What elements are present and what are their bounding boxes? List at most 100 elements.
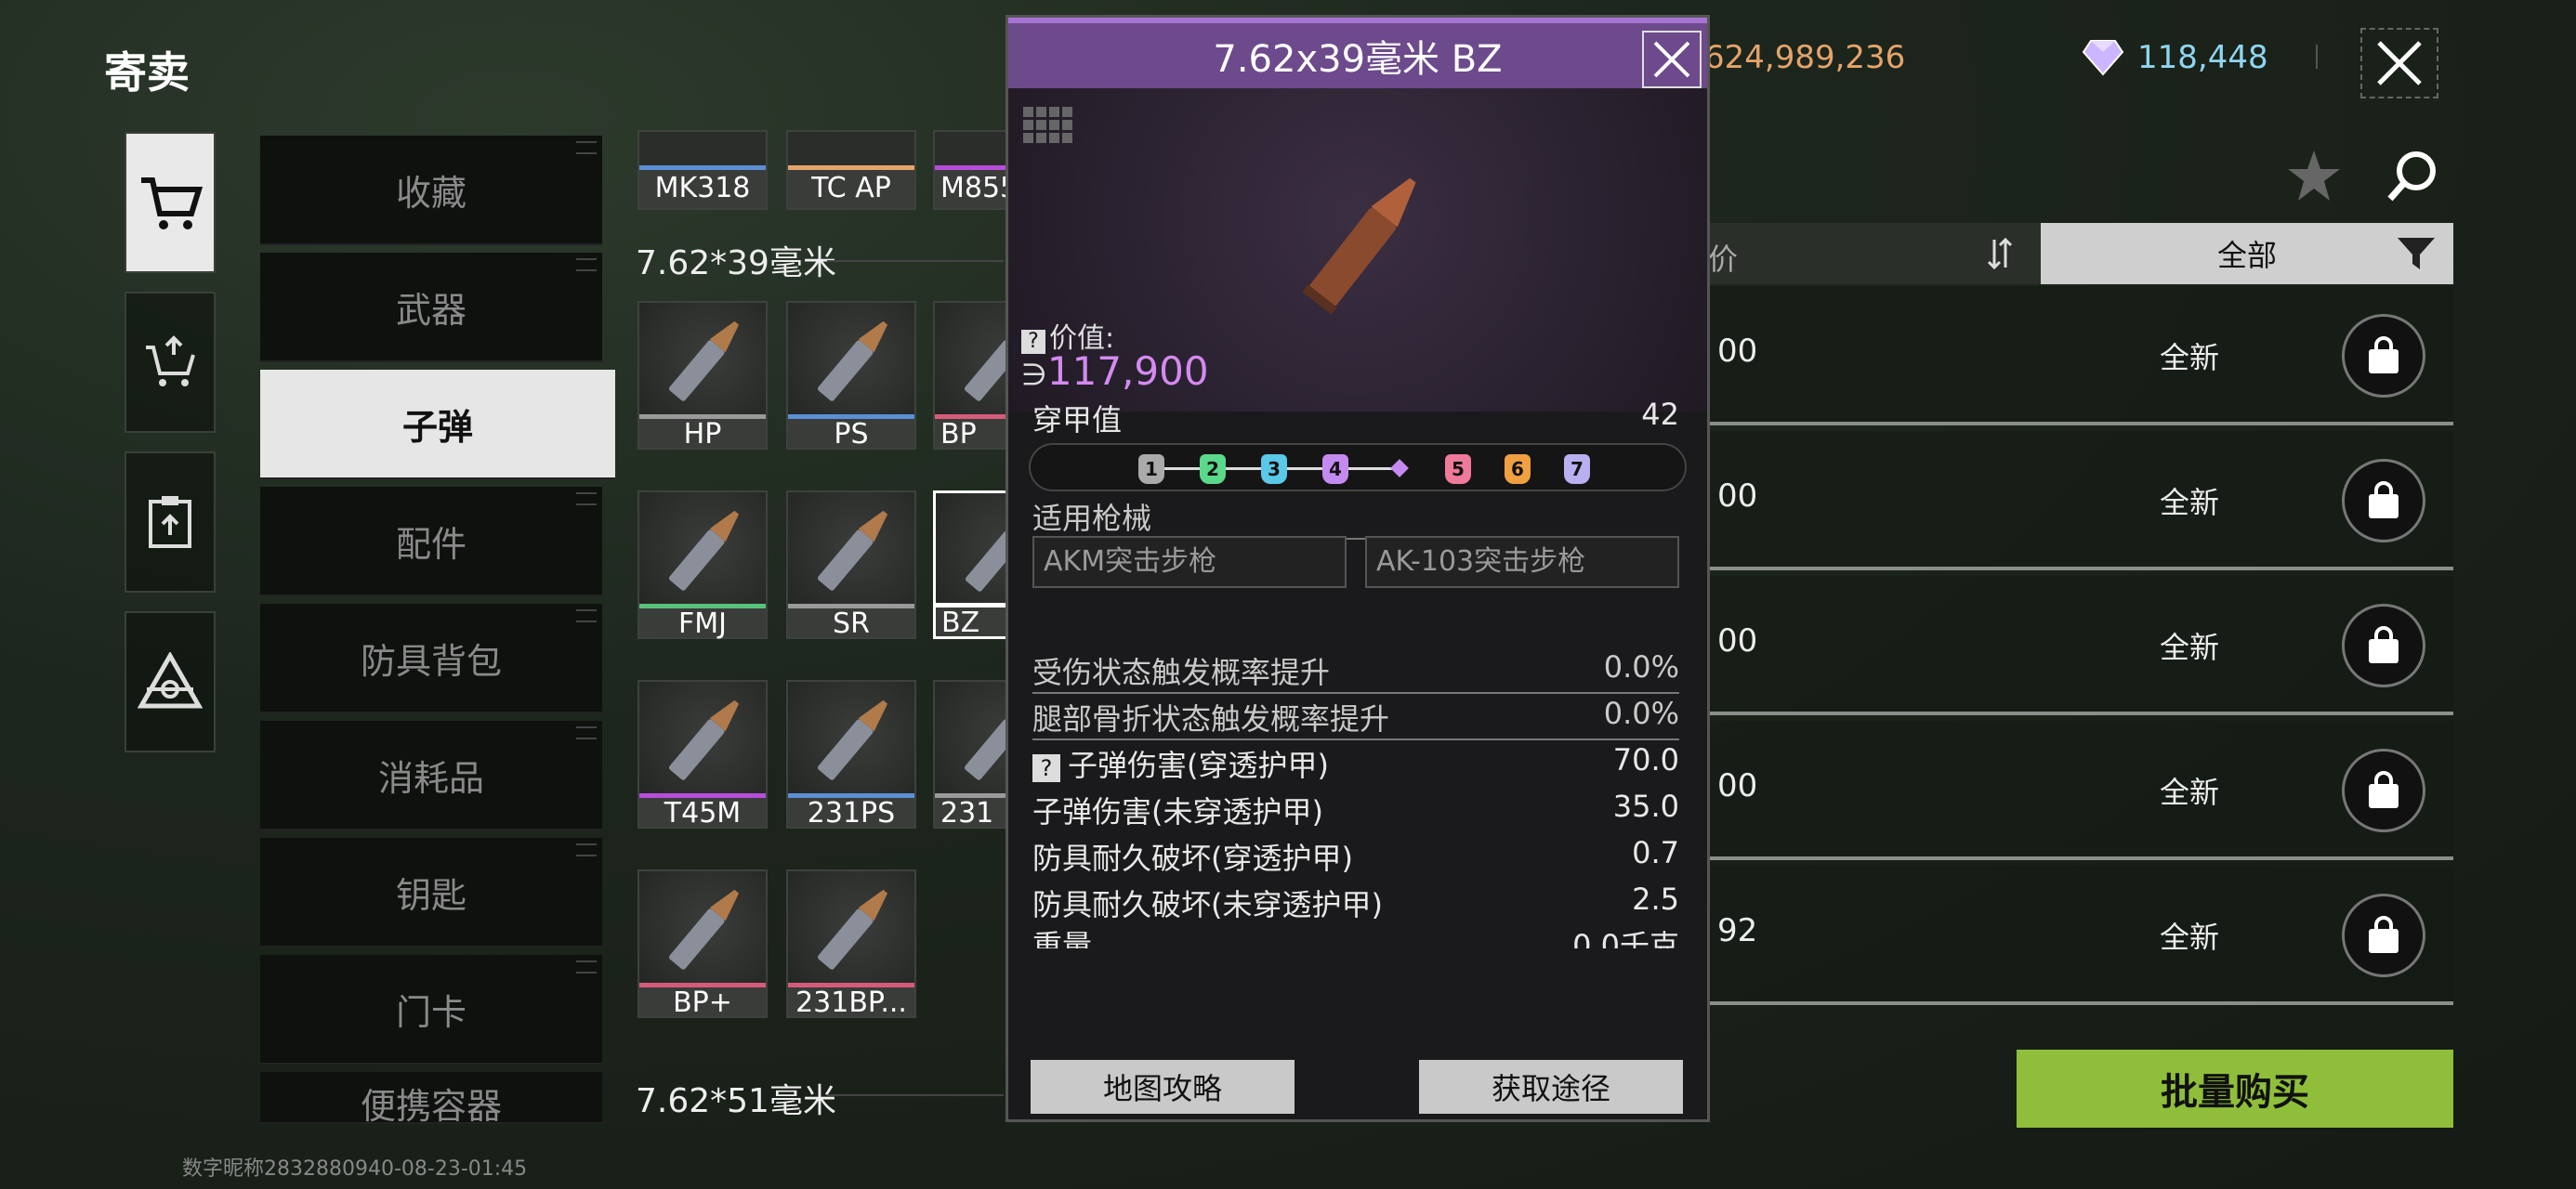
currency-icon: ∋ [1021, 357, 1047, 392]
row-condition: 全新 [2160, 340, 2220, 375]
shopping-bag-icon [2369, 771, 2399, 808]
category-consumables[interactable]: 消耗品 [260, 721, 602, 830]
triangle-logo-icon [138, 652, 203, 709]
row-price: 92 [1717, 912, 1758, 949]
armor-level-6-icon: 6 [1505, 454, 1531, 484]
ammo-card[interactable]: HP [637, 301, 768, 451]
stat-row: ? 子弹伤害(穿透护甲) 70.0 [1032, 742, 1679, 785]
popup-title: 7.62x39毫米 BZ [1213, 38, 1503, 81]
ammo-card[interactable]: PS [786, 301, 916, 451]
ammo-card[interactable]: MK318 [637, 130, 768, 210]
search-button[interactable] [2385, 149, 2440, 208]
gun-chip[interactable]: AK-103突击步枪 [1365, 536, 1679, 588]
grip-icon [576, 258, 597, 271]
grip-icon [576, 726, 597, 739]
category-ammo[interactable]: 子弹 [260, 370, 615, 479]
gem-amount: 118,448 [2137, 39, 2268, 76]
buy-button[interactable] [2342, 894, 2425, 977]
buy-button[interactable] [2342, 604, 2425, 687]
stat-name: 子弹伤害(穿透护甲) [1068, 748, 1329, 783]
group-title: 7.62*51毫米 [636, 1082, 836, 1120]
buy-button[interactable] [2342, 459, 2425, 542]
ammo-card[interactable]: BZ [933, 490, 1062, 639]
buy-button[interactable] [2342, 749, 2425, 832]
armor-level-3-icon: 3 [1261, 454, 1287, 484]
gun-chip[interactable]: AKM突击步枪 [1032, 536, 1347, 588]
ammo-card[interactable]: 231BP... [786, 869, 916, 1019]
armor-pen-row: 穿甲值 42 [1032, 397, 1679, 439]
ammo-card[interactable]: 231PS [786, 680, 916, 830]
tab-sell[interactable] [125, 292, 216, 433]
popup-close-button[interactable] [1642, 31, 1702, 88]
coin-balance: 624,989,236 [1704, 39, 1905, 76]
bullet-image [788, 303, 914, 422]
header-divider [2316, 45, 2318, 69]
grip-icon [576, 960, 597, 973]
grip-icon [576, 141, 597, 154]
bullet-image [639, 492, 766, 611]
price-header-label: 价 [1708, 242, 1739, 277]
category-attachments[interactable]: 配件 [260, 487, 602, 596]
acquire-source-button[interactable]: 获取途径 [1419, 1060, 1683, 1114]
player-id: 数字昵称2832880940-08-23-01:45 [182, 1157, 528, 1181]
category-weapons[interactable]: 武器 [260, 253, 602, 362]
buy-button[interactable] [2342, 314, 2425, 398]
help-icon[interactable]: ? [1032, 754, 1060, 782]
group-divider [827, 1094, 1004, 1096]
armor-level-4-icon: 4 [1322, 454, 1348, 484]
ammo-card[interactable]: 231 [933, 680, 1061, 829]
category-keycards[interactable]: 门卡 [260, 955, 602, 1065]
tab-buy[interactable] [125, 132, 216, 273]
category-keys[interactable]: 钥匙 [260, 838, 602, 947]
condition-filter[interactable]: 全部 [2041, 223, 2453, 284]
tab-listings[interactable] [125, 451, 216, 593]
ammo-card[interactable]: TC AP [786, 130, 916, 210]
price-sort-header[interactable]: 价 [1708, 223, 2041, 284]
stat-name: 受伤状态触发概率提升 [1032, 655, 1331, 690]
category-label: 收藏 [395, 172, 467, 214]
table-row[interactable]: 92 全新 [1708, 866, 2453, 1005]
table-row[interactable]: 00 全新 [1708, 286, 2453, 425]
map-guide-button[interactable]: 地图攻略 [1031, 1060, 1295, 1114]
category-containers[interactable]: 便携容器 [260, 1072, 602, 1124]
stat-row: 子弹伤害(未穿透护甲) 35.0 [1032, 789, 1679, 831]
ammo-label: MK318 [639, 165, 766, 208]
tab-records[interactable] [125, 611, 216, 752]
ammo-card[interactable]: BP+ [637, 869, 768, 1019]
favorite-button[interactable] [2286, 149, 2342, 206]
table-row[interactable]: 00 全新 [1708, 576, 2453, 715]
bullet-image [788, 492, 914, 611]
filter-label: 全部 [2216, 238, 2277, 273]
bulk-buy-button[interactable]: 批量购买 [2017, 1050, 2453, 1128]
ammo-label: 231PS [788, 793, 914, 830]
ammo-card[interactable]: M855 [933, 130, 1007, 210]
category-favorites[interactable]: 收藏 [260, 136, 602, 245]
guns-header: 适用枪械 [1032, 495, 1679, 540]
table-row[interactable]: 00 全新 [1708, 721, 2453, 860]
ammo-label: TC AP [788, 165, 914, 208]
ammo-label: HP [639, 414, 766, 451]
stat-value: 0.0千克 [1572, 928, 1679, 948]
category-label: 武器 [395, 289, 467, 331]
bullet-image [639, 682, 766, 801]
close-button[interactable] [2360, 28, 2438, 98]
category-label: 消耗品 [377, 757, 484, 799]
guns-label: 适用枪械 [1032, 501, 1152, 536]
ammo-card[interactable]: SR [786, 490, 916, 640]
table-row[interactable]: 00 全新 [1708, 431, 2453, 570]
stat-name: 防具耐久破坏(未穿透护甲) [1032, 887, 1383, 922]
value-amount: ∋117,900 [1021, 348, 1209, 394]
group-title: 7.62*39毫米 [636, 244, 836, 282]
ammo-card[interactable]: BP [933, 301, 1061, 450]
armor-level-7-icon: 7 [1564, 454, 1590, 484]
ammo-label: M855 [935, 165, 1005, 208]
ammo-card[interactable]: FMJ [637, 490, 768, 640]
ammo-label: FMJ [639, 604, 766, 640]
category-armor[interactable]: 防具背包 [260, 604, 602, 713]
bullet-image [788, 682, 914, 801]
category-label: 便携容器 [360, 1086, 502, 1124]
ammo-label: 231BP... [788, 983, 914, 1019]
ammo-card[interactable]: T45M [637, 680, 768, 830]
value-amount-text: 117,900 [1046, 348, 1209, 394]
item-detail-popup: 7.62x39毫米 BZ ? 价值: ∋117,900 穿甲值 42 1 2 3 … [1005, 15, 1710, 1122]
